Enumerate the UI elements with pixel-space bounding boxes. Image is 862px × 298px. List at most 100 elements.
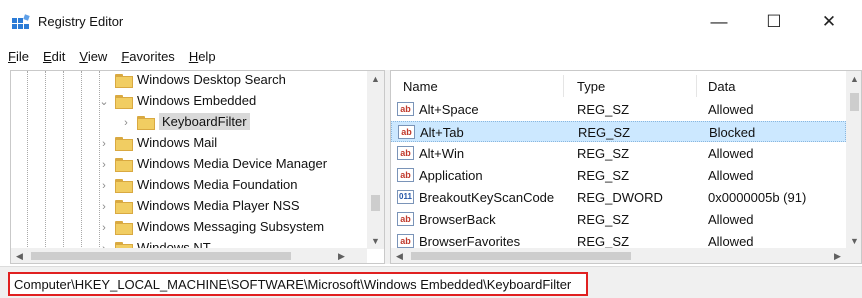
close-icon: ✕	[821, 12, 837, 31]
menu-favorites[interactable]: Favorites	[114, 49, 181, 64]
scroll-right-icon[interactable]: ▶	[829, 248, 846, 263]
expand-arrow-icon[interactable]: ›	[121, 118, 131, 129]
menu-edit[interactable]: Edit	[36, 49, 72, 64]
value-row[interactable]: ab Alt+Win REG_SZ Allowed	[391, 143, 846, 164]
value-name: Alt+Tab	[420, 125, 464, 140]
string-value-icon: ab	[398, 125, 415, 139]
minimize-icon: —	[710, 12, 728, 31]
column-header-data[interactable]: Data	[708, 79, 735, 94]
close-button[interactable]: ✕	[807, 8, 851, 36]
maximize-icon: ☐	[766, 12, 782, 31]
minimize-button[interactable]: —	[697, 8, 741, 36]
value-type: REG_SZ	[577, 146, 630, 161]
tree-item-label: Windows Desktop Search	[137, 72, 286, 87]
column-header-name[interactable]: Name	[403, 79, 438, 94]
tree-item-label: Windows Media Player NSS	[137, 198, 300, 213]
status-bar: Computer\HKEY_LOCAL_MACHINE\SOFTWARE\Mic…	[0, 266, 862, 298]
tree-item[interactable]: › Windows Messaging Subsystem	[11, 217, 367, 238]
binary-value-icon: 011	[397, 190, 414, 204]
tree-item[interactable]: ⌄ Windows Embedded	[11, 91, 367, 112]
value-name: Application	[419, 168, 483, 183]
list-vertical-scrollbar[interactable]: ▲ ▼	[846, 71, 861, 249]
tree-item[interactable]: › Windows Mail	[11, 133, 367, 154]
value-name: BrowserFavorites	[419, 234, 521, 249]
value-data: Allowed	[708, 168, 754, 183]
expand-arrow-icon[interactable]: ›	[99, 181, 109, 192]
column-header-type[interactable]: Type	[577, 79, 605, 94]
value-row[interactable]: 011 BreakoutKeyScanCode REG_DWORD 0x0000005…	[391, 187, 846, 208]
tree-item[interactable]: › KeyboardFilter	[11, 112, 367, 133]
value-data: Allowed	[708, 212, 754, 227]
tree-item[interactable]: › Windows Media Player NSS	[11, 196, 367, 217]
folder-icon	[115, 158, 133, 172]
value-name: Alt+Space	[419, 102, 479, 117]
values-list-pane[interactable]: Name Type Data ab Alt+Space REG_SZ Allowed a…	[390, 70, 862, 264]
tree-item-label: Windows Media Foundation	[137, 177, 298, 192]
scroll-down-icon[interactable]: ▼	[846, 233, 861, 249]
collapse-arrow-icon[interactable]: ⌄	[99, 97, 109, 108]
folder-icon	[115, 74, 133, 88]
window-title: Registry Editor	[38, 14, 124, 29]
value-name: BreakoutKeyScanCode	[419, 190, 555, 205]
maximize-button[interactable]: ☐	[752, 8, 796, 36]
tree-item[interactable]: Windows Desktop Search	[11, 71, 367, 91]
key-tree: Windows Desktop Search ⌄ Windows Embedded ›…	[11, 71, 367, 256]
tree-item-label: Windows Messaging Subsystem	[137, 219, 325, 234]
value-row[interactable]: ab BrowserBack REG_SZ Allowed	[391, 209, 846, 230]
value-type: REG_SZ	[577, 212, 630, 227]
tree-scroll-thumb[interactable]	[371, 195, 380, 211]
value-data: Allowed	[708, 146, 754, 161]
value-type: REG_SZ	[577, 168, 630, 183]
string-value-icon: ab	[397, 146, 414, 160]
tree-item-label: KeyboardFilter	[159, 113, 250, 130]
expand-arrow-icon[interactable]: ›	[99, 160, 109, 171]
scroll-left-icon[interactable]: ◀	[391, 248, 408, 263]
value-type: REG_DWORD	[577, 190, 663, 205]
scroll-up-icon[interactable]: ▲	[367, 71, 384, 87]
value-row[interactable]: ab Alt+Tab REG_SZ Blocked	[391, 121, 846, 142]
menu-view[interactable]: View	[72, 49, 114, 64]
menu-bar: File Edit View Favorites Help	[0, 44, 223, 68]
list-horizontal-scrollbar[interactable]: ◀ ▶	[391, 248, 861, 263]
menu-file[interactable]: File	[0, 49, 36, 64]
folder-icon	[115, 200, 133, 214]
column-divider[interactable]	[563, 75, 564, 97]
value-name: BrowserBack	[419, 212, 496, 227]
list-hscroll-thumb[interactable]	[411, 252, 631, 260]
tree-item-label: Windows Mail	[137, 135, 218, 150]
value-type: REG_SZ	[577, 234, 630, 249]
tree-item[interactable]: › Windows Media Device Manager	[11, 154, 367, 175]
value-row[interactable]: ab Alt+Space REG_SZ Allowed	[391, 99, 846, 120]
scroll-left-icon[interactable]: ◀	[11, 248, 28, 263]
scroll-right-icon[interactable]: ▶	[333, 248, 350, 263]
string-value-icon: ab	[397, 234, 414, 248]
scroll-down-icon[interactable]: ▼	[367, 233, 384, 249]
folder-icon	[115, 137, 133, 151]
title-bar[interactable]: Registry Editor — ☐ ✕	[0, 0, 862, 44]
value-data: Allowed	[708, 234, 754, 249]
expand-arrow-icon[interactable]: ›	[99, 202, 109, 213]
value-data: Allowed	[708, 102, 754, 117]
value-type: REG_SZ	[578, 125, 631, 140]
value-data: 0x0000005b (91)	[708, 190, 807, 205]
tree-item-label: Windows Media Device Manager	[137, 156, 328, 171]
registry-editor-icon	[12, 14, 30, 29]
tree-item[interactable]: › Windows Media Foundation	[11, 175, 367, 196]
tree-horizontal-scrollbar[interactable]: ◀ ▶	[11, 248, 367, 263]
expand-arrow-icon[interactable]: ›	[99, 223, 109, 234]
expand-arrow-icon[interactable]: ›	[99, 139, 109, 150]
menu-help[interactable]: Help	[182, 49, 223, 64]
key-tree-pane[interactable]: Windows Desktop Search ⌄ Windows Embedded ›…	[10, 70, 385, 264]
tree-item-label: Windows Embedded	[137, 93, 257, 108]
folder-icon	[115, 221, 133, 235]
tree-hscroll-thumb[interactable]	[31, 252, 291, 260]
registry-path[interactable]: Computer\HKEY_LOCAL_MACHINE\SOFTWARE\Mic…	[8, 272, 588, 296]
string-value-icon: ab	[397, 102, 414, 116]
tree-vertical-scrollbar[interactable]: ▲ ▼	[367, 71, 384, 249]
value-row[interactable]: ab Application REG_SZ Allowed	[391, 165, 846, 186]
value-name: Alt+Win	[419, 146, 465, 161]
value-data: Blocked	[709, 125, 756, 140]
scroll-up-icon[interactable]: ▲	[846, 71, 861, 87]
column-divider[interactable]	[696, 75, 697, 97]
list-scroll-thumb[interactable]	[850, 93, 859, 111]
